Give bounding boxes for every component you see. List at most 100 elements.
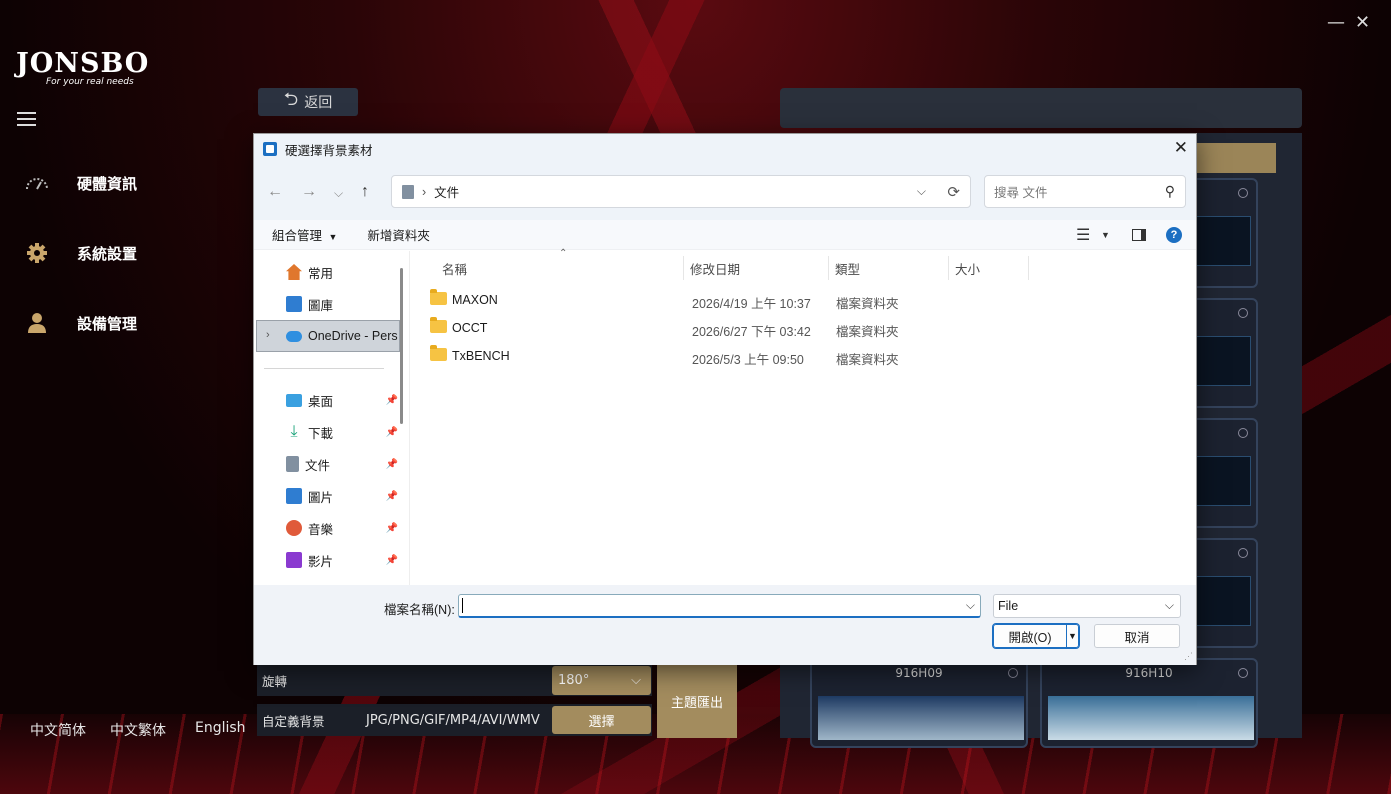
file-date: 2026/5/3 上午 09:50 bbox=[692, 353, 804, 367]
language-simplified-chinese[interactable]: 中文简体 bbox=[30, 720, 86, 740]
text-caret bbox=[462, 598, 463, 613]
expand-chevron-icon[interactable]: › bbox=[266, 329, 270, 341]
close-window-button[interactable]: ✕ bbox=[1355, 12, 1370, 33]
filetype-value: File bbox=[998, 599, 1019, 613]
file-date: 2026/6/27 下午 03:42 bbox=[692, 325, 811, 339]
chevron-down-icon[interactable]: ⌵ bbox=[966, 598, 975, 613]
forward-arrow-icon[interactable]: → bbox=[301, 183, 317, 201]
pin-icon[interactable]: 📌 bbox=[386, 555, 398, 566]
radio-ring-icon bbox=[1238, 548, 1248, 558]
address-bar[interactable]: › 文件 ⌵ ⟳ bbox=[391, 175, 971, 208]
resize-grip-icon[interactable]: ⋰ bbox=[1184, 651, 1193, 662]
theme-thumbnail bbox=[1048, 696, 1254, 740]
nav-item-onedrive[interactable]: OneDrive - Pers bbox=[286, 324, 398, 348]
back-arrow-icon[interactable]: ← bbox=[267, 183, 283, 201]
caret-down-icon[interactable]: ▼ bbox=[1101, 230, 1110, 240]
theme-name: 916H09 bbox=[895, 666, 943, 680]
open-label: 開啟(O) bbox=[1008, 630, 1052, 645]
nav-item-label: OneDrive - Pers bbox=[308, 329, 398, 343]
column-header-size[interactable]: 大小 bbox=[949, 256, 1029, 280]
cancel-button[interactable]: 取消 bbox=[1094, 624, 1180, 648]
organize-menu[interactable]: 組合管理 ▼ bbox=[272, 225, 337, 244]
up-arrow-icon[interactable]: ↑ bbox=[361, 183, 369, 201]
minimize-button[interactable]: — bbox=[1327, 12, 1345, 33]
sidebar-item-system-settings[interactable]: 系統設置 bbox=[24, 238, 137, 268]
chevron-down-icon[interactable]: ⌵ bbox=[917, 184, 926, 199]
dialog-close-icon[interactable]: ✕ bbox=[1174, 138, 1188, 158]
navigation-scrollbar[interactable] bbox=[400, 268, 403, 424]
help-icon[interactable]: ? bbox=[1166, 227, 1182, 243]
search-placeholder: 搜尋 文件 bbox=[994, 186, 1048, 200]
search-icon: ⚲ bbox=[1164, 183, 1175, 199]
breadcrumb-current[interactable]: 文件 bbox=[434, 182, 459, 201]
nav-item-pictures[interactable]: 圖片 📌 bbox=[286, 484, 398, 508]
return-arrow-icon: ⮌ bbox=[283, 89, 299, 110]
filetype-select[interactable]: File ⌵ bbox=[993, 594, 1181, 618]
organize-label: 組合管理 bbox=[272, 229, 323, 243]
nav-item-downloads[interactable]: ⤓ 下載 📌 bbox=[286, 420, 398, 444]
file-name: TxBENCH bbox=[452, 349, 510, 363]
app-icon bbox=[263, 142, 277, 156]
language-traditional-chinese[interactable]: 中文繁体 bbox=[110, 720, 166, 740]
recent-locations-chevron-icon[interactable]: ⌵ bbox=[334, 186, 343, 201]
chevron-down-icon: ⌵ bbox=[1164, 598, 1174, 612]
nav-item-home[interactable]: 常用 bbox=[286, 260, 394, 284]
caret-down-icon: ▼ bbox=[328, 232, 338, 242]
theme-filter-strip bbox=[1196, 143, 1276, 173]
file-row[interactable]: TxBENCH 2026/5/3 上午 09:50 檔案資料夾 bbox=[428, 344, 1028, 370]
nav-item-music[interactable]: 音樂 📌 bbox=[286, 516, 398, 540]
pin-icon[interactable]: 📌 bbox=[386, 491, 398, 502]
search-input[interactable]: 搜尋 文件 ⚲ bbox=[984, 175, 1186, 208]
refresh-icon[interactable]: ⟳ bbox=[947, 183, 960, 201]
sidebar-item-label: 硬體資訊 bbox=[77, 174, 138, 193]
filename-input[interactable]: ⌵ bbox=[458, 594, 981, 618]
pin-icon[interactable]: 📌 bbox=[386, 395, 398, 406]
jonsbo-logo: JONSBO For your real needs bbox=[16, 50, 148, 90]
gear-icon bbox=[24, 240, 50, 266]
nav-item-gallery[interactable]: 圖庫 bbox=[286, 292, 394, 316]
theme-thumbnail bbox=[1193, 456, 1251, 506]
pin-icon[interactable]: 📌 bbox=[386, 459, 398, 470]
nav-item-videos[interactable]: 影片 📌 bbox=[286, 548, 398, 572]
theme-export-button[interactable]: 主題匯出 bbox=[657, 664, 737, 738]
dialog-title: 硬選擇背景素材 bbox=[285, 143, 373, 158]
file-row[interactable]: MAXON 2026/4/19 上午 10:37 檔案資料夾 bbox=[428, 288, 1028, 314]
column-header-name[interactable]: 名稱 bbox=[436, 256, 684, 280]
gallery-icon bbox=[286, 296, 302, 312]
pin-icon[interactable]: 📌 bbox=[386, 523, 398, 534]
theme-card-916H10[interactable]: 916H10 bbox=[1040, 658, 1258, 748]
sidebar-item-hardware-info[interactable]: 硬體資訊 bbox=[24, 168, 137, 198]
file-row[interactable]: OCCT 2026/6/27 下午 03:42 檔案資料夾 bbox=[428, 316, 1028, 342]
document-icon bbox=[286, 456, 299, 472]
new-folder-button[interactable]: 新增資料夾 bbox=[367, 225, 430, 244]
open-button[interactable]: 開啟(O) ▼ bbox=[992, 623, 1080, 649]
split-dropdown-icon[interactable]: ▼ bbox=[1066, 625, 1078, 647]
column-header-date[interactable]: 修改日期 bbox=[684, 256, 829, 280]
nav-item-documents[interactable]: 文件 📌 bbox=[286, 452, 398, 476]
theme-thumbnail bbox=[1193, 216, 1251, 266]
view-options-icon[interactable]: ☰ bbox=[1076, 225, 1090, 245]
back-label: 返回 bbox=[304, 95, 333, 111]
user-icon bbox=[24, 310, 50, 336]
preview-pane-icon[interactable] bbox=[1132, 229, 1146, 241]
rotation-select[interactable]: 180° ⌵ bbox=[552, 666, 651, 695]
hamburger-menu-icon[interactable] bbox=[17, 112, 36, 126]
theme-card-916H09[interactable]: 916H09 bbox=[810, 658, 1028, 748]
select-background-button[interactable]: 選擇 bbox=[552, 706, 651, 734]
theme-thumbnail bbox=[1193, 336, 1251, 386]
column-header-type[interactable]: 類型 bbox=[829, 256, 949, 280]
chevron-down-icon: ⌵ bbox=[631, 673, 641, 688]
logo-brand: JONSBO bbox=[16, 48, 150, 79]
radio-ring-icon bbox=[1238, 668, 1248, 678]
radio-ring-icon bbox=[1008, 668, 1018, 678]
pin-icon[interactable]: 📌 bbox=[386, 427, 398, 438]
nav-item-label: 桌面 bbox=[308, 394, 334, 409]
language-english[interactable]: English bbox=[195, 720, 246, 736]
back-button[interactable]: ⮌ 返回 bbox=[258, 88, 358, 116]
theme-thumbnail bbox=[1193, 576, 1251, 626]
file-type: 檔案資料夾 bbox=[836, 325, 899, 339]
sidebar-item-device-management[interactable]: 設備管理 bbox=[24, 308, 137, 338]
theme-name: 916H10 bbox=[1125, 666, 1173, 680]
divider bbox=[264, 368, 384, 369]
nav-item-desktop[interactable]: 桌面 📌 bbox=[286, 388, 398, 412]
